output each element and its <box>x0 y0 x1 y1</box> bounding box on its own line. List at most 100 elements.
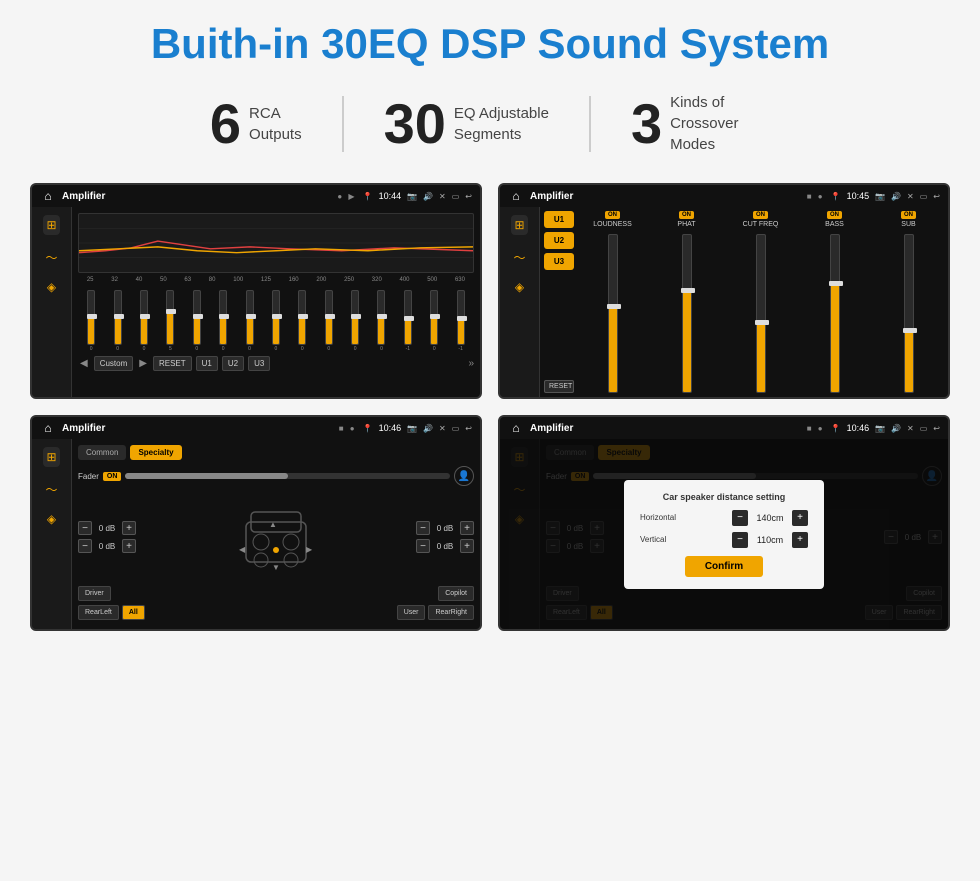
eq-slider-10[interactable]: 0 <box>325 290 333 352</box>
eq-u3-btn[interactable]: U3 <box>248 356 270 371</box>
cutfreq-slider[interactable] <box>756 234 766 393</box>
crossover-u1-btn[interactable]: U1 <box>544 211 574 228</box>
btn-user[interactable]: User <box>397 605 426 620</box>
stats-row: 6 RCAOutputs 30 EQ AdjustableSegments 3 … <box>30 92 950 155</box>
eq-screen-content: ⊞ 〜 ◈ <box>32 207 480 397</box>
crossover-u3-btn[interactable]: U3 <box>544 253 574 270</box>
tab-specialty[interactable]: Specialty <box>130 445 181 460</box>
speaker-back-icon[interactable]: ↩ <box>465 424 472 433</box>
crossover-reset-btn[interactable]: RESET <box>544 380 574 393</box>
crossover-back-icon[interactable]: ↩ <box>933 192 940 201</box>
eq-u1-btn[interactable]: U1 <box>196 356 218 371</box>
profile-icon[interactable]: 👤 <box>454 466 474 486</box>
tab-common[interactable]: Common <box>78 445 126 460</box>
crossover-home-icon[interactable]: ⌂ <box>508 188 524 204</box>
crossover-u2-btn[interactable]: U2 <box>544 232 574 249</box>
stat-label-rca: RCAOutputs <box>249 103 302 145</box>
vertical-plus-btn[interactable]: + <box>792 532 808 548</box>
vertical-value: 110cm <box>752 535 788 545</box>
eq-sidebar-wave[interactable]: 〜 <box>45 249 57 266</box>
spk-minus-1[interactable]: − <box>78 521 92 535</box>
eq-more-arrows[interactable]: » <box>468 358 474 369</box>
btn-rearright[interactable]: RearRight <box>428 605 474 620</box>
home-icon[interactable]: ⌂ <box>40 188 56 204</box>
spk-db-row-4: − 0 dB + <box>416 539 474 553</box>
crossover-sidebar-speaker[interactable]: ◈ <box>515 280 524 294</box>
eq-slider-14[interactable]: 0 <box>430 290 438 352</box>
eq-slider-1[interactable]: 0 <box>87 290 95 352</box>
eq-slider-11[interactable]: 0 <box>351 290 359 352</box>
spk-db-val-2: 0 dB <box>95 542 119 551</box>
eq-sidebar-settings[interactable]: ⊞ <box>43 215 59 235</box>
spk-db-val-4: 0 dB <box>433 542 457 551</box>
eq-custom-btn[interactable]: Custom <box>94 356 134 371</box>
spk-db-row-1: − 0 dB + <box>78 521 136 535</box>
btn-driver[interactable]: Driver <box>78 586 111 601</box>
eq-slider-13[interactable]: -1 <box>404 290 412 352</box>
distance-dialog: Car speaker distance setting Horizontal … <box>624 480 824 589</box>
eq-u2-btn[interactable]: U2 <box>222 356 244 371</box>
btn-all[interactable]: All <box>122 605 145 620</box>
back-icon[interactable]: ↩ <box>465 192 472 201</box>
vertical-minus-btn[interactable]: − <box>732 532 748 548</box>
sub-slider[interactable] <box>904 234 914 393</box>
phat-slider[interactable] <box>682 234 692 393</box>
eq-slider-4[interactable]: 5 <box>166 290 174 352</box>
crossover-status-dots: ■ ● <box>807 192 825 201</box>
crossover-main-area: U1 U2 U3 RESET ON LOUDNESS <box>540 207 948 397</box>
speaker-sidebar-settings[interactable]: ⊞ <box>43 447 59 467</box>
bass-slider[interactable] <box>830 234 840 393</box>
crossover-sidebar-settings[interactable]: ⊞ <box>511 215 527 235</box>
eq-prev-arrow[interactable]: ◀ <box>78 356 90 371</box>
spk-plus-1[interactable]: + <box>122 521 136 535</box>
eq-slider-5[interactable]: 0 <box>193 290 201 352</box>
speaker-screen: ⌂ Amplifier ■ ● 📍 10:46 📷 🔊 ✕ ▭ ↩ ⊞ 〜 ◈ <box>30 415 482 631</box>
svg-text:▶: ▶ <box>306 545 313 554</box>
confirm-button[interactable]: Confirm <box>685 556 763 577</box>
phat-on-badge: ON <box>679 211 694 219</box>
crossover-sidebar-wave[interactable]: 〜 <box>513 249 525 266</box>
crossover-sidebar: ⊞ 〜 ◈ <box>500 207 540 397</box>
fader-bar[interactable] <box>125 473 450 479</box>
bass-on-badge: ON <box>827 211 842 219</box>
spk-plus-2[interactable]: + <box>122 539 136 553</box>
dialog-camera-icon: 📷 <box>875 424 885 433</box>
dialog-back-icon[interactable]: ↩ <box>933 424 940 433</box>
horizontal-plus-btn[interactable]: + <box>792 510 808 526</box>
dialog-home-icon[interactable]: ⌂ <box>508 420 524 436</box>
speaker-controls-row: − 0 dB + − 0 dB + <box>78 492 474 582</box>
speaker-time: 10:46 <box>379 423 402 433</box>
spk-minus-4[interactable]: − <box>416 539 430 553</box>
speaker-tabs: Common Specialty <box>78 445 474 460</box>
btn-rearleft[interactable]: RearLeft <box>78 605 119 620</box>
horizontal-minus-btn[interactable]: − <box>732 510 748 526</box>
speaker-sidebar-speaker[interactable]: ◈ <box>47 512 56 526</box>
eq-slider-9[interactable]: 0 <box>298 290 306 352</box>
spk-minus-3[interactable]: − <box>416 521 430 535</box>
eq-slider-6[interactable]: 0 <box>219 290 227 352</box>
spk-plus-3[interactable]: + <box>460 521 474 535</box>
eq-slider-7[interactable]: 0 <box>246 290 254 352</box>
eq-slider-12[interactable]: 0 <box>377 290 385 352</box>
eq-next-arrow[interactable]: ▶ <box>137 356 149 371</box>
btn-copilot[interactable]: Copilot <box>438 586 474 601</box>
sub-on-badge: ON <box>901 211 916 219</box>
close-icon: ✕ <box>439 192 446 201</box>
eq-sidebar-speaker[interactable]: ◈ <box>47 280 56 294</box>
speaker-sidebar-wave[interactable]: 〜 <box>45 481 57 498</box>
horizontal-label: Horizontal <box>640 513 728 522</box>
spk-minus-2[interactable]: − <box>78 539 92 553</box>
speaker-screen-title: Amplifier <box>62 423 333 434</box>
eq-slider-3[interactable]: 0 <box>140 290 148 352</box>
speaker-home-icon[interactable]: ⌂ <box>40 420 56 436</box>
spk-plus-4[interactable]: + <box>460 539 474 553</box>
loudness-slider[interactable] <box>608 234 618 393</box>
eq-graph <box>78 213 474 273</box>
crossover-status-bar: ⌂ Amplifier ■ ● 📍 10:45 📷 🔊 ✕ ▭ ↩ <box>500 185 948 207</box>
eq-slider-8[interactable]: 0 <box>272 290 280 352</box>
eq-screen-title: Amplifier <box>62 191 331 202</box>
eq-slider-2[interactable]: 0 <box>114 290 122 352</box>
eq-slider-15[interactable]: -1 <box>457 290 465 352</box>
eq-reset-btn[interactable]: RESET <box>153 356 192 371</box>
main-title: Buith-in 30EQ DSP Sound System <box>30 20 950 68</box>
